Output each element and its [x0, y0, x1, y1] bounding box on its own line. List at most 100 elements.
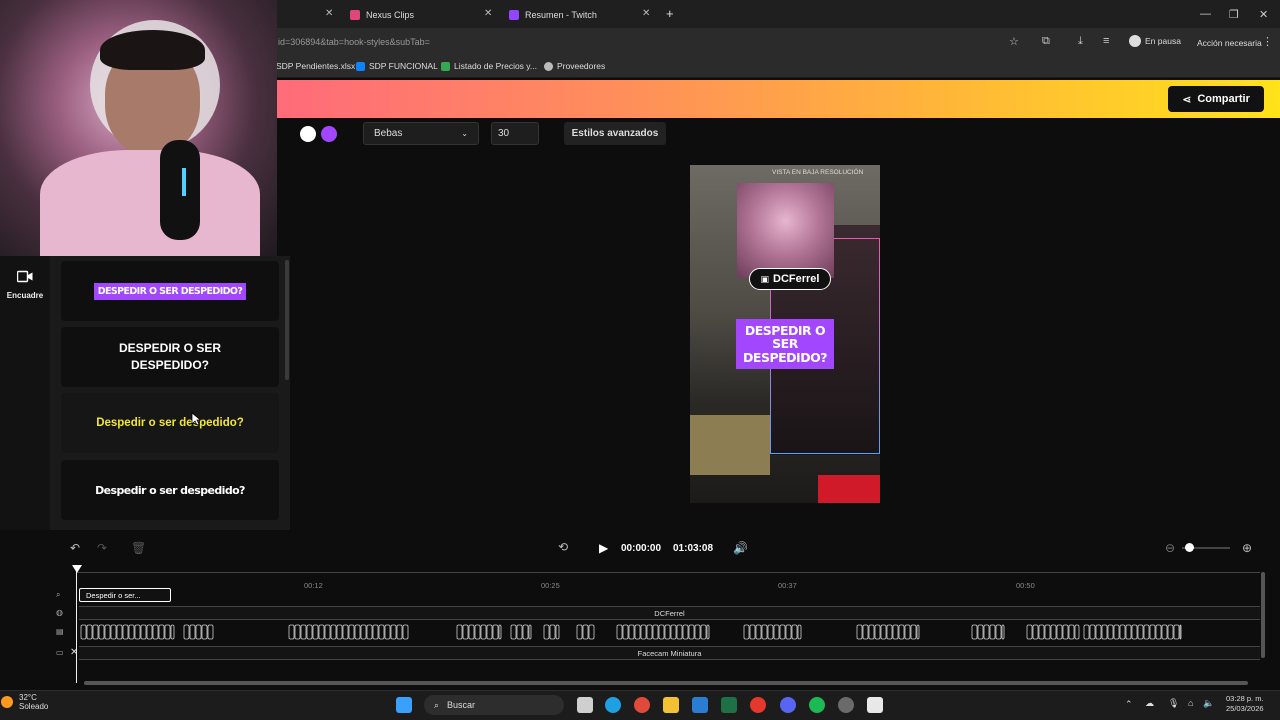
- style-card-purple[interactable]: DESPEDIR O SER DESPEDIDO?: [61, 261, 279, 321]
- discord-icon[interactable]: [780, 697, 796, 713]
- excel-icon[interactable]: [721, 697, 737, 713]
- remove-track-icon[interactable]: ✕: [70, 647, 78, 658]
- playhead-handle[interactable]: [72, 565, 82, 573]
- bookmark-star-icon[interactable]: ☆: [1009, 35, 1019, 48]
- font-select-value: Bebas: [374, 128, 403, 139]
- file-explorer-icon[interactable]: [663, 697, 679, 713]
- text-color-white-swatch[interactable]: [300, 126, 316, 142]
- style-preview-text: Despedir o ser despedido?: [96, 417, 244, 429]
- advanced-styles-button[interactable]: Estilos avanzados: [564, 122, 666, 145]
- dcferrel-track[interactable]: DCFerrel: [79, 606, 1260, 620]
- task-view-icon[interactable]: [577, 697, 593, 713]
- new-tab-plus-icon[interactable]: +: [666, 6, 674, 21]
- tab-twitch-summary[interactable]: Resumen - Twitch: [509, 4, 597, 26]
- tab-nexus-clips[interactable]: Nexus Clips: [350, 4, 414, 26]
- share-label: Compartir: [1197, 93, 1250, 105]
- network-icon[interactable]: ⌂: [1188, 698, 1193, 708]
- store-icon[interactable]: [692, 697, 708, 713]
- edge-icon[interactable]: [605, 697, 621, 713]
- undo-icon[interactable]: ↶: [70, 541, 80, 555]
- clock-date: 25/03/2026: [1226, 703, 1264, 713]
- preview-facecam[interactable]: [737, 183, 834, 278]
- timeline-tick-label: 00:12: [304, 581, 323, 590]
- chevron-down-icon: ⌄: [461, 129, 468, 138]
- app-icon[interactable]: [867, 697, 883, 713]
- weather-desc: Soleado: [19, 702, 49, 711]
- hook-text-overlay[interactable]: DESPEDIR O SER DESPEDIDO?: [736, 319, 834, 369]
- tab-close-icon[interactable]: ✕: [325, 8, 333, 19]
- facecam-track[interactable]: Facecam Miniatura: [79, 646, 1260, 660]
- style-card-yellow[interactable]: Despedir o ser despedido?: [61, 393, 279, 453]
- timeline-tick-label: 00:25: [541, 581, 560, 590]
- font-size-input[interactable]: 30: [491, 122, 539, 145]
- search-placeholder: Buscar: [447, 700, 476, 710]
- font-family-select[interactable]: Bebas ⌄: [363, 122, 479, 145]
- bookmark-sdp-funcional[interactable]: SDP FUNCIONAL: [356, 61, 438, 71]
- tray-cloud-icon[interactable]: ☁: [1145, 698, 1154, 709]
- playhead-line[interactable]: [76, 565, 77, 683]
- microphone-shape: [160, 140, 200, 240]
- encuadre-label[interactable]: Encuadre: [4, 291, 46, 300]
- profile-button[interactable]: En pausa: [1129, 35, 1181, 47]
- reading-list-icon[interactable]: ≡: [1103, 35, 1109, 47]
- maximize-icon[interactable]: ❐: [1229, 8, 1239, 21]
- webcam-overlay: [0, 0, 277, 256]
- weather-widget[interactable]: 32°C Soleado: [1, 693, 49, 711]
- obs-icon[interactable]: [838, 697, 854, 713]
- share-button[interactable]: ⋖ Compartir: [1168, 86, 1264, 112]
- font-size-value: 30: [498, 128, 510, 139]
- tab-close-icon[interactable]: ✕: [642, 8, 650, 19]
- play-icon[interactable]: ▶: [599, 541, 608, 555]
- minimize-icon[interactable]: —: [1200, 8, 1211, 20]
- action-needed-button[interactable]: Acción necesaria: [1197, 38, 1262, 48]
- twitch-icon: ▣: [760, 273, 770, 284]
- style-card-white-bold[interactable]: DESPEDIR O SER DESPEDIDO?: [61, 327, 279, 387]
- redo-icon[interactable]: ↷: [97, 541, 107, 555]
- bookmark-proveedores[interactable]: Proveedores: [544, 61, 605, 71]
- streamer-handle-badge[interactable]: ▣ DCFerrel: [749, 268, 831, 290]
- bookmark-sdp-pendientes[interactable]: SDP Pendientes.xlsx: [276, 61, 355, 71]
- download-icon[interactable]: ⤓: [1078, 35, 1083, 48]
- timeline-horizontal-scrollbar[interactable]: [84, 681, 1248, 685]
- timeline-vertical-scrollbar[interactable]: [1261, 572, 1265, 658]
- total-time: 01:03:08: [673, 543, 714, 554]
- bookmark-label: Proveedores: [557, 61, 606, 71]
- zoom-slider-handle[interactable]: [1185, 543, 1194, 552]
- nexus-clips-favicon-icon: [350, 10, 360, 20]
- taskbar-search[interactable]: ⌕ Buscar: [424, 695, 564, 715]
- app-header-gradient: [277, 80, 1280, 118]
- zoom-in-icon[interactable]: ⊕: [1242, 541, 1252, 555]
- speaker-tray-icon[interactable]: 🔈: [1203, 698, 1214, 709]
- style-card-white-condensed[interactable]: Despedir o ser despedido?: [61, 460, 279, 520]
- url-text[interactable]: id=306894&tab=hook-styles&subTab=: [278, 37, 430, 47]
- volume-icon[interactable]: 🔊: [733, 541, 748, 555]
- bookmark-label: Listado de Precios y...: [454, 61, 537, 71]
- search-icon: ⌕: [434, 699, 440, 710]
- tab-label: Nexus Clips: [366, 10, 415, 20]
- captions-waveform-track[interactable]: [79, 622, 1260, 642]
- close-window-icon[interactable]: ✕: [1259, 8, 1268, 21]
- bookmark-listado-precios[interactable]: Listado de Precios y...: [441, 61, 537, 71]
- tray-chevron-up-icon[interactable]: ⌃: [1125, 699, 1133, 710]
- share-icon: ⋖: [1182, 93, 1192, 106]
- microphone-tray-icon[interactable]: 🎙: [1168, 698, 1179, 709]
- tab-close-icon[interactable]: ✕: [484, 8, 492, 19]
- taskbar-clock[interactable]: 03:28 p. m. 25/03/2026: [1226, 694, 1264, 714]
- timeline-tick-label: 00:37: [778, 581, 797, 590]
- style-preview-text: DESPEDIR O SER DESPEDIDO?: [118, 341, 222, 372]
- menu-kebab-icon[interactable]: ⋮: [1262, 35, 1273, 48]
- twitch-favicon-icon: [509, 10, 519, 20]
- rewind-icon[interactable]: ⟲: [558, 540, 568, 554]
- extensions-icon[interactable]: ⧉: [1042, 35, 1050, 48]
- spotify-icon[interactable]: [809, 697, 825, 713]
- zoom-out-icon[interactable]: ⊖: [1165, 541, 1175, 555]
- panel-scrollbar[interactable]: [285, 260, 289, 380]
- trash-icon[interactable]: 🗑: [131, 541, 146, 555]
- chrome-icon[interactable]: [634, 697, 650, 713]
- video-camera-icon[interactable]: [17, 270, 33, 283]
- hook-clip[interactable]: Despedir o ser...: [79, 588, 171, 602]
- windows-start-icon[interactable]: [396, 697, 412, 713]
- acrobat-icon[interactable]: [750, 697, 766, 713]
- mouse-cursor-icon: [191, 412, 201, 426]
- text-color-purple-swatch[interactable]: [321, 126, 337, 142]
